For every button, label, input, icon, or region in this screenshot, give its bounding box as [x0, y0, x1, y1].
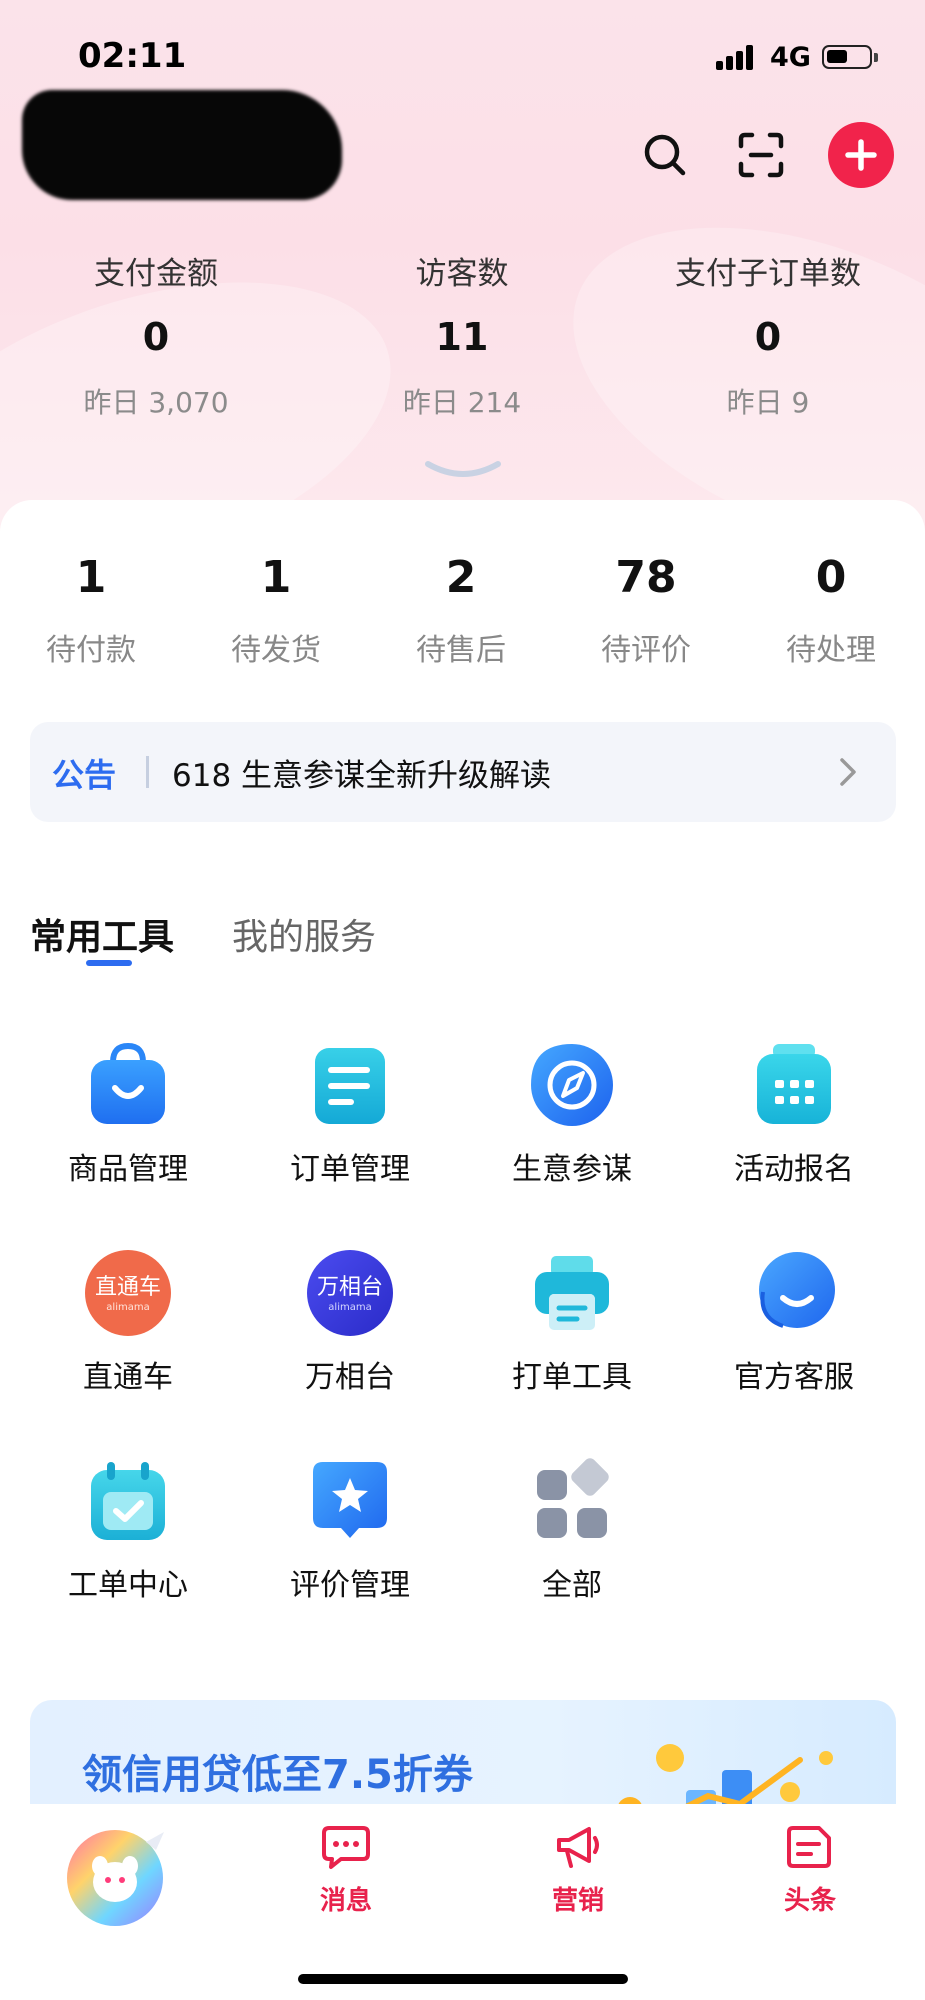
- stat-paid-suborders[interactable]: 支付子订单数 0 昨日 9: [618, 248, 918, 421]
- realtime-stats: 支付金额 0 昨日 3,070 访客数 11 昨日 214 支付子订单数 0 昨…: [0, 248, 925, 438]
- order-after-sales[interactable]: 2 待售后: [386, 552, 536, 669]
- tool-label: 打单工具: [512, 1360, 632, 1395]
- stat-payment-amount[interactable]: 支付金额 0 昨日 3,070: [6, 248, 306, 421]
- order-count: 2: [445, 552, 477, 603]
- order-label: 待评价: [601, 633, 691, 668]
- tool-review-management[interactable]: 评价管理: [240, 1456, 460, 1604]
- order-list-icon: [315, 1048, 385, 1124]
- tool-label: 工单中心: [68, 1568, 188, 1603]
- stat-label: 支付金额: [94, 256, 218, 292]
- active-tab-indicator: [86, 960, 132, 966]
- order-label: 待付款: [46, 633, 136, 668]
- stat-yesterday: 昨日 9: [726, 386, 810, 419]
- add-button[interactable]: [828, 122, 894, 188]
- search-button[interactable]: [632, 122, 698, 188]
- tab-label: 消息: [319, 1886, 372, 1916]
- battery-icon: [822, 45, 878, 69]
- signal-icon: [716, 44, 756, 70]
- tab-headlines[interactable]: 头条: [750, 1824, 870, 1917]
- tool-print-tool[interactable]: 打单工具: [462, 1248, 682, 1396]
- order-count: 78: [615, 552, 677, 603]
- banner-text: 领信用贷低至7.5折券: [82, 1752, 473, 1798]
- tool-label: 生意参谋: [512, 1152, 632, 1187]
- tool-business-advisor[interactable]: 生意参谋: [462, 1040, 682, 1188]
- tab-label: 营销: [551, 1886, 604, 1916]
- announcement-bar[interactable]: 公告 618 生意参谋全新升级解读: [30, 722, 896, 822]
- stat-value: 0: [754, 315, 782, 359]
- shopping-bag-icon: [91, 1042, 165, 1124]
- logo-text: 直通车: [95, 1275, 161, 1300]
- tab-label: 头条: [783, 1886, 836, 1916]
- tab-my-services[interactable]: 我的服务: [232, 908, 376, 960]
- stat-label: 支付子订单数: [675, 256, 861, 292]
- tool-wanxiangtai[interactable]: 万相台 alimama 万相台: [240, 1248, 460, 1396]
- tool-label: 评价管理: [290, 1568, 410, 1603]
- logo-subtext: alimama: [106, 1302, 149, 1313]
- order-pending-payment[interactable]: 1 待付款: [16, 552, 166, 669]
- tool-all[interactable]: 全部: [462, 1456, 682, 1604]
- order-count: 1: [75, 552, 107, 603]
- stat-yesterday: 昨日 214: [402, 386, 522, 419]
- headline-icon: [787, 1826, 831, 1868]
- expand-chevron-icon[interactable]: [424, 458, 502, 482]
- printer-icon: [535, 1256, 609, 1330]
- tab-messages[interactable]: 消息: [286, 1824, 406, 1917]
- tool-zhitongche[interactable]: 直通车 alimama 直通车: [18, 1248, 238, 1396]
- order-label: 待售后: [416, 633, 506, 668]
- tool-product-management[interactable]: 商品管理: [18, 1040, 238, 1188]
- tool-official-service[interactable]: 官方客服: [684, 1248, 904, 1396]
- order-pending-shipment[interactable]: 1 待发货: [201, 552, 351, 669]
- stat-label: 访客数: [415, 256, 509, 292]
- tool-activity-signup[interactable]: 活动报名: [684, 1040, 904, 1188]
- tool-label: 全部: [542, 1568, 602, 1603]
- avatar-mascot-icon[interactable]: [60, 1820, 170, 1930]
- scan-button[interactable]: [728, 122, 794, 188]
- bottom-tab-bar: 消息 营销 头条: [0, 1804, 925, 2000]
- calendar-check-icon: [91, 1462, 165, 1540]
- redacted-shop-name: [22, 90, 342, 200]
- customer-service-icon: [759, 1252, 835, 1328]
- status-time: 02:11: [78, 36, 187, 76]
- divider: [146, 756, 149, 788]
- logo-text: 万相台: [317, 1275, 383, 1300]
- plus-icon: [845, 139, 877, 171]
- tool-order-management[interactable]: 订单管理: [240, 1040, 460, 1188]
- announcement-tag: 公告: [52, 756, 117, 794]
- network-type: 4G: [770, 42, 811, 73]
- stat-yesterday: 昨日 3,070: [83, 386, 229, 419]
- tool-label: 订单管理: [290, 1152, 410, 1187]
- tool-label: 活动报名: [734, 1152, 854, 1187]
- order-label: 待处理: [786, 633, 876, 668]
- order-label: 待发货: [231, 633, 321, 668]
- order-pending-handling[interactable]: 0 待处理: [756, 552, 906, 669]
- compass-icon: [531, 1044, 613, 1126]
- order-count: 0: [815, 552, 847, 603]
- search-icon: [644, 134, 686, 176]
- tool-label: 直通车: [83, 1360, 173, 1395]
- home-indicator[interactable]: [298, 1974, 628, 1984]
- stat-value: 0: [142, 315, 170, 359]
- announcement-text: 618 生意参谋全新升级解读: [172, 758, 552, 794]
- star-badge-icon: [313, 1462, 387, 1538]
- tool-label: 万相台: [305, 1360, 395, 1395]
- scan-icon: [738, 132, 784, 178]
- tool-label: 官方客服: [734, 1360, 854, 1395]
- wanxiangtai-logo: 万相台 alimama: [307, 1250, 393, 1336]
- megaphone-icon: [557, 1827, 599, 1868]
- logo-subtext: alimama: [328, 1302, 371, 1313]
- calendar-grid-icon: [757, 1044, 831, 1124]
- stat-visitors[interactable]: 访客数 11 昨日 214: [312, 248, 612, 421]
- tool-ticket-center[interactable]: 工单中心: [18, 1456, 238, 1604]
- message-icon: [322, 1826, 370, 1869]
- tab-common-tools[interactable]: 常用工具: [30, 908, 174, 960]
- all-apps-icon: [537, 1458, 609, 1538]
- zhitongche-logo: 直通车 alimama: [85, 1250, 171, 1336]
- tool-label: 商品管理: [68, 1152, 188, 1187]
- order-count: 1: [260, 552, 292, 603]
- tab-marketing[interactable]: 营销: [518, 1824, 638, 1917]
- order-pending-review[interactable]: 78 待评价: [571, 552, 721, 669]
- chevron-right-icon: [840, 758, 856, 786]
- stat-value: 11: [435, 315, 489, 359]
